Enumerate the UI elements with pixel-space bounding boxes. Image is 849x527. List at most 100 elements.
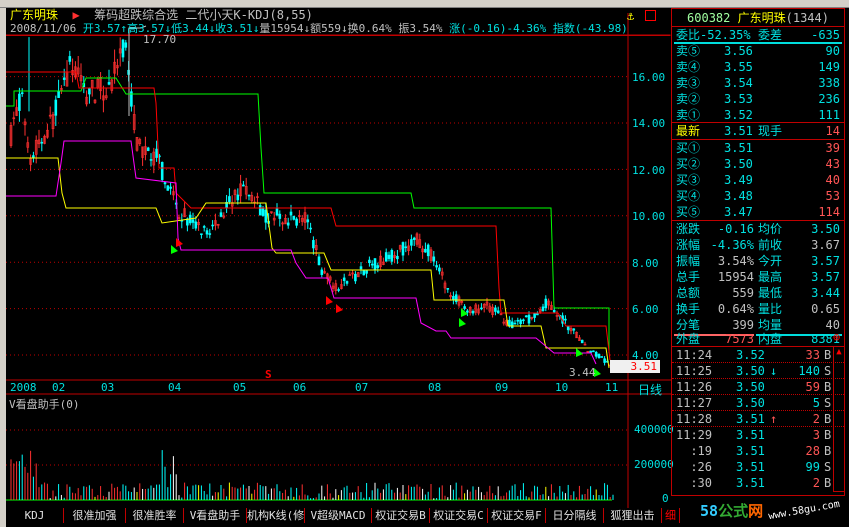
stat-value: 3.57 — [811, 254, 840, 268]
tick-time: 11:27 — [676, 396, 713, 410]
info-turnover: 换0.64% — [347, 22, 392, 35]
candle-body — [365, 270, 368, 274]
weibi-value: -52.35% — [700, 28, 751, 42]
candle-body — [149, 159, 153, 161]
candle-body — [541, 306, 545, 311]
candle-body — [362, 270, 366, 276]
bid-label: 买⑤ — [676, 205, 701, 219]
indicator-tab[interactable]: KDJ — [6, 508, 64, 523]
tick-price: 3.50 — [736, 364, 765, 378]
bid-row: 买① 3.51 39 — [674, 140, 842, 156]
candle-body — [580, 339, 584, 344]
bid-row: 买② 3.50 43 — [674, 156, 842, 172]
stat-row: 振幅 3.54% 今开 3.57 — [674, 253, 842, 269]
price-tick: 8.00 — [632, 256, 659, 270]
now-volume: 14 — [825, 124, 840, 138]
indicator-tab[interactable]: 权证交易B — [372, 508, 430, 523]
info-open: 开3.57 — [82, 22, 121, 35]
tick-price: 3.51 — [736, 476, 765, 490]
indicator-tab[interactable]: 日分隔线 — [546, 508, 604, 523]
candle-body — [166, 185, 170, 191]
stat-label: 涨幅 — [676, 238, 701, 252]
anchor-icon[interactable]: ⚓ — [627, 9, 634, 23]
indicator-tab[interactable]: 狐狸出击 — [604, 508, 662, 523]
flag-icon: ▶ — [65, 8, 87, 22]
indicator-tab[interactable]: 权证交易C — [430, 508, 488, 523]
triangle-up-icon[interactable]: ▲ — [834, 347, 844, 357]
period-label[interactable]: 日线 — [638, 381, 662, 398]
candle-body — [480, 307, 483, 310]
signal-arrow-icon — [459, 318, 466, 327]
tick-price: 3.51 — [736, 444, 765, 458]
price-tick: 10.00 — [632, 210, 666, 224]
toolbar — [0, 0, 849, 8]
candle-body — [354, 273, 357, 282]
tick-price: 3.51 — [736, 460, 765, 474]
stat-label: 总手 — [676, 270, 701, 284]
indicator-tab[interactable]: V看盘助手 — [184, 508, 247, 523]
ask-label: 卖⑤ — [676, 44, 701, 58]
tick-volume: 99 — [805, 460, 820, 474]
candle-body — [205, 230, 209, 235]
candle-body — [454, 294, 458, 302]
stat-value: -4.36% — [710, 238, 754, 252]
indicator-name[interactable]: 二代小天K-KDJ(8,55) — [185, 8, 312, 22]
candle-body — [286, 222, 290, 226]
candle-body — [373, 258, 377, 270]
tick-volume: 3 — [812, 428, 820, 442]
latest-row: 最新 3.51 现手 14 — [674, 123, 842, 139]
tick-side: S — [824, 396, 832, 410]
kline-chart[interactable] — [6, 8, 671, 508]
ask-price: 3.52 — [724, 108, 753, 122]
candle-body — [40, 141, 44, 144]
tick-volume: 59 — [805, 380, 820, 394]
ask-row: 卖③ 3.54 338 — [674, 75, 842, 91]
tick-row: :19 3.51 28 B — [674, 443, 842, 459]
bid-volume: 43 — [825, 157, 840, 171]
candle-body — [312, 240, 315, 249]
bid-price: 3.48 — [724, 189, 753, 203]
indicator-tab[interactable]: 很准胜率 — [126, 508, 184, 523]
ask-volume: 236 — [818, 92, 840, 106]
candle-body — [566, 326, 570, 331]
ask-row: 卖⑤ 3.56 90 — [674, 43, 842, 59]
indicator-tab[interactable]: 权证交易F — [488, 508, 546, 523]
tick-side: B — [824, 444, 832, 458]
indicator-tab[interactable]: V超级MACD — [305, 508, 372, 523]
candle-body — [146, 147, 150, 151]
candle-body — [348, 274, 352, 276]
candle-body — [452, 295, 455, 301]
ask-label: 卖② — [676, 92, 701, 106]
candle-body — [191, 219, 195, 223]
tick-scrollbar[interactable]: ▲ — [833, 346, 845, 492]
info-change: 涨(-0.16)-4.36% — [449, 22, 547, 35]
candle-body — [597, 353, 601, 358]
indicator-tab[interactable]: 机构K线(修 — [247, 508, 305, 523]
indicator-tab[interactable]: 很准加强 — [64, 508, 126, 523]
month-tick: 09 — [495, 381, 509, 394]
info-close: 收3.51 — [215, 22, 253, 35]
tick-time: 11:24 — [676, 348, 713, 362]
tick-row: 11:25 3.50 ↓ 140 S — [674, 363, 842, 379]
last-price-tag: 3.51 — [610, 360, 660, 373]
candle-body — [432, 256, 436, 262]
tick-side: S — [824, 460, 832, 474]
crosshair-icon[interactable]: ⊕ — [833, 330, 840, 344]
chart-title: 广东明珠 ▶ 筹码超跌综合选 二代小天K-KDJ(8,55) — [10, 8, 313, 22]
candle-body — [68, 56, 72, 62]
formula-name[interactable]: 筹码超跌综合选 — [94, 8, 178, 22]
window-toggle-icon[interactable] — [645, 10, 656, 21]
bid-label: 买② — [676, 157, 701, 171]
ask-row: 卖② 3.53 236 — [674, 91, 842, 107]
candle-body — [202, 226, 206, 228]
candle-body — [88, 88, 91, 95]
indicator-tab[interactable]: 细 — [662, 508, 680, 523]
bid-volume: 39 — [825, 141, 840, 155]
tick-row: 11:26 3.50 59 B — [674, 379, 842, 395]
watermark-url: www.58gu.com — [767, 498, 841, 523]
candle-body — [522, 319, 525, 322]
quote-header: 600382 广东明珠(1344) — [674, 10, 842, 26]
tick-price: 3.52 — [736, 348, 765, 362]
outer-inner-row: 外盘 7573 内盘 8381 — [674, 331, 842, 347]
stat-value: 3.67 — [811, 238, 840, 252]
